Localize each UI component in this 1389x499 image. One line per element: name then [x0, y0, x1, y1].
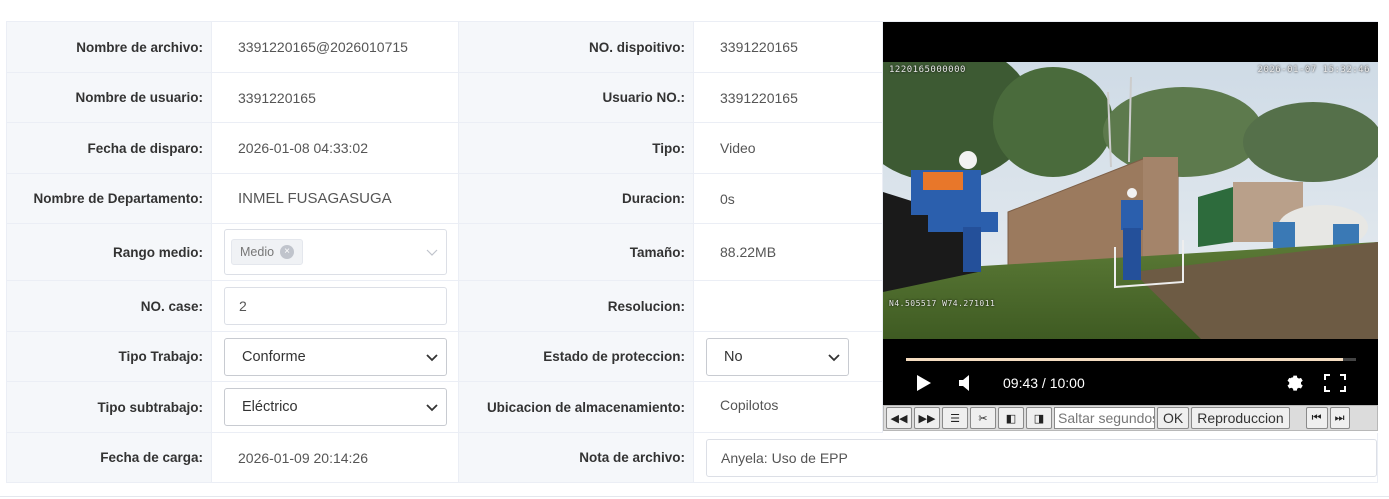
list-indent-icon: ☰ — [950, 412, 960, 425]
ok-button[interactable]: OK — [1157, 407, 1190, 429]
rewind-icon: ◀◀ — [890, 412, 908, 425]
skip-end-icon: ⏭ — [1334, 411, 1345, 424]
video-id-overlay: 1220165000000 — [889, 65, 966, 75]
no-case-input[interactable]: 2 — [224, 287, 447, 325]
estado-proteccion-select[interactable]: No — [706, 337, 849, 376]
label-fecha-carga: Fecha de carga: — [7, 433, 212, 483]
next-frame-icon: ◨ — [1033, 412, 1045, 425]
video-gps-overlay: N4.505517 W74.271011 — [889, 299, 996, 308]
medio-tag: Medio × — [231, 239, 304, 265]
rewind-button[interactable]: ◀◀ — [886, 407, 912, 429]
value-duracion: 0s — [694, 174, 883, 224]
value-estado-proteccion: No — [694, 332, 883, 382]
file-name-text: 3391220165@2026010715 — [238, 39, 408, 55]
value-tipo-subtrabajo: Eléctrico — [212, 382, 459, 433]
label-nombre-archivo: Nombre de archivo: — [7, 22, 212, 73]
label-resolucion: Resolucion: — [459, 281, 694, 332]
rango-medio-select[interactable]: Medio × — [224, 229, 447, 275]
estado-proteccion-value: No — [724, 348, 743, 365]
time-display: 09:43 / 10:00 — [1003, 375, 1085, 391]
value-nombre-usuario: 3391220165 — [212, 73, 459, 123]
fast-forward-icon: ▶▶ — [918, 412, 936, 425]
label-no-dispositivo: NO. dispoitivo: — [459, 22, 694, 73]
playback-button[interactable]: Reproduccion — [1191, 407, 1290, 429]
label-tamano: Tamaño: — [459, 224, 694, 281]
play-icon[interactable] — [916, 374, 932, 392]
value-fecha-carga: 2026-01-09 20:14:26 — [212, 433, 459, 483]
chevron-down-icon — [426, 353, 438, 361]
skip-start-button[interactable]: ⏮ — [1305, 407, 1328, 429]
label-no-case: NO. case: — [7, 281, 212, 332]
progress-bar[interactable] — [906, 358, 1356, 361]
medio-tag-label: Medio — [240, 245, 275, 259]
label-fecha-disparo: Fecha de disparo: — [7, 123, 212, 174]
list-button[interactable]: ☰ — [942, 407, 968, 429]
label-nombre-usuario: Nombre de usuario: — [7, 73, 212, 123]
prev-frame-icon: ◧ — [1005, 412, 1017, 425]
value-usuario-no: 3391220165 — [694, 73, 883, 123]
video-timestamp-overlay: 2026-01-07 15:32:46 — [1257, 65, 1370, 75]
fast-forward-button[interactable]: ▶▶ — [914, 407, 940, 429]
value-nombre-archivo: 3391220165@2026010715 — [212, 22, 459, 73]
value-tipo: Video — [694, 123, 883, 174]
video-toolbar: ◀◀ ▶▶ ☰ ✂ ◧ ◨ Saltar segundos OK Reprodu… — [883, 405, 1378, 431]
progress-fill — [906, 358, 1344, 361]
label-tipo-subtrabajo: Tipo subtrabajo: — [7, 382, 212, 433]
volume-icon[interactable] — [958, 374, 972, 392]
divider — [0, 496, 1389, 497]
value-tipo-trabajo: Conforme — [212, 332, 459, 382]
label-departamento: Nombre de Departamento: — [7, 174, 212, 224]
label-tipo: Tipo: — [459, 123, 694, 174]
video-frame: 1220165000000 2026-01-07 15:32:46 N4.505… — [883, 62, 1378, 341]
skip-start-icon: ⏮ — [1311, 411, 1322, 424]
value-rango-medio: Medio × — [212, 224, 459, 281]
scissors-icon: ✂ — [978, 412, 988, 425]
tipo-trabajo-value: Conforme — [242, 348, 306, 365]
value-departamento: INMEL FUSAGASUGA — [212, 174, 459, 224]
skip-end-button[interactable]: ⏭ — [1329, 407, 1350, 429]
chevron-down-icon — [426, 249, 438, 256]
next-frame-button[interactable]: ◨ — [1026, 407, 1052, 429]
label-ubicacion-almacenamiento: Ubicacion de almacenamiento: — [459, 382, 694, 433]
label-tipo-trabajo: Tipo Trabajo: — [7, 332, 212, 382]
value-no-case: 2 — [212, 281, 459, 332]
label-usuario-no: Usuario NO.: — [459, 73, 694, 123]
value-ubicacion-almacenamiento: Copilotos — [694, 382, 883, 433]
value-fecha-disparo: 2026-01-08 04:33:02 — [212, 123, 459, 174]
chevron-down-icon — [828, 353, 840, 361]
tipo-subtrabajo-select[interactable]: Eléctrico — [224, 388, 447, 426]
value-resolucion — [694, 281, 883, 332]
chevron-down-icon — [426, 404, 438, 412]
label-estado-proteccion: Estado de proteccion: — [459, 332, 694, 382]
value-tamano: 88.22MB — [694, 224, 883, 281]
cut-button[interactable]: ✂ — [970, 407, 996, 429]
value-nota-archivo: Anyela: Uso de EPP — [694, 433, 1378, 483]
tipo-subtrabajo-value: Eléctrico — [242, 399, 298, 415]
label-nota-archivo: Nota de archivo: — [459, 433, 694, 483]
label-rango-medio: Rango medio: — [7, 224, 212, 281]
prev-frame-button[interactable]: ◧ — [998, 407, 1024, 429]
skip-seconds-input[interactable]: Saltar segundos — [1054, 407, 1155, 429]
nota-archivo-input[interactable]: Anyela: Uso de EPP — [706, 438, 1377, 477]
gear-icon[interactable] — [1284, 373, 1305, 394]
tipo-trabajo-select[interactable]: Conforme — [224, 337, 447, 376]
fullscreen-icon[interactable] — [1324, 374, 1346, 392]
label-duracion: Duracion: — [459, 174, 694, 224]
value-no-dispositivo: 3391220165 — [694, 22, 883, 73]
video-controls: 09:43 / 10:00 — [883, 339, 1378, 405]
remove-tag-icon[interactable]: × — [280, 245, 295, 259]
